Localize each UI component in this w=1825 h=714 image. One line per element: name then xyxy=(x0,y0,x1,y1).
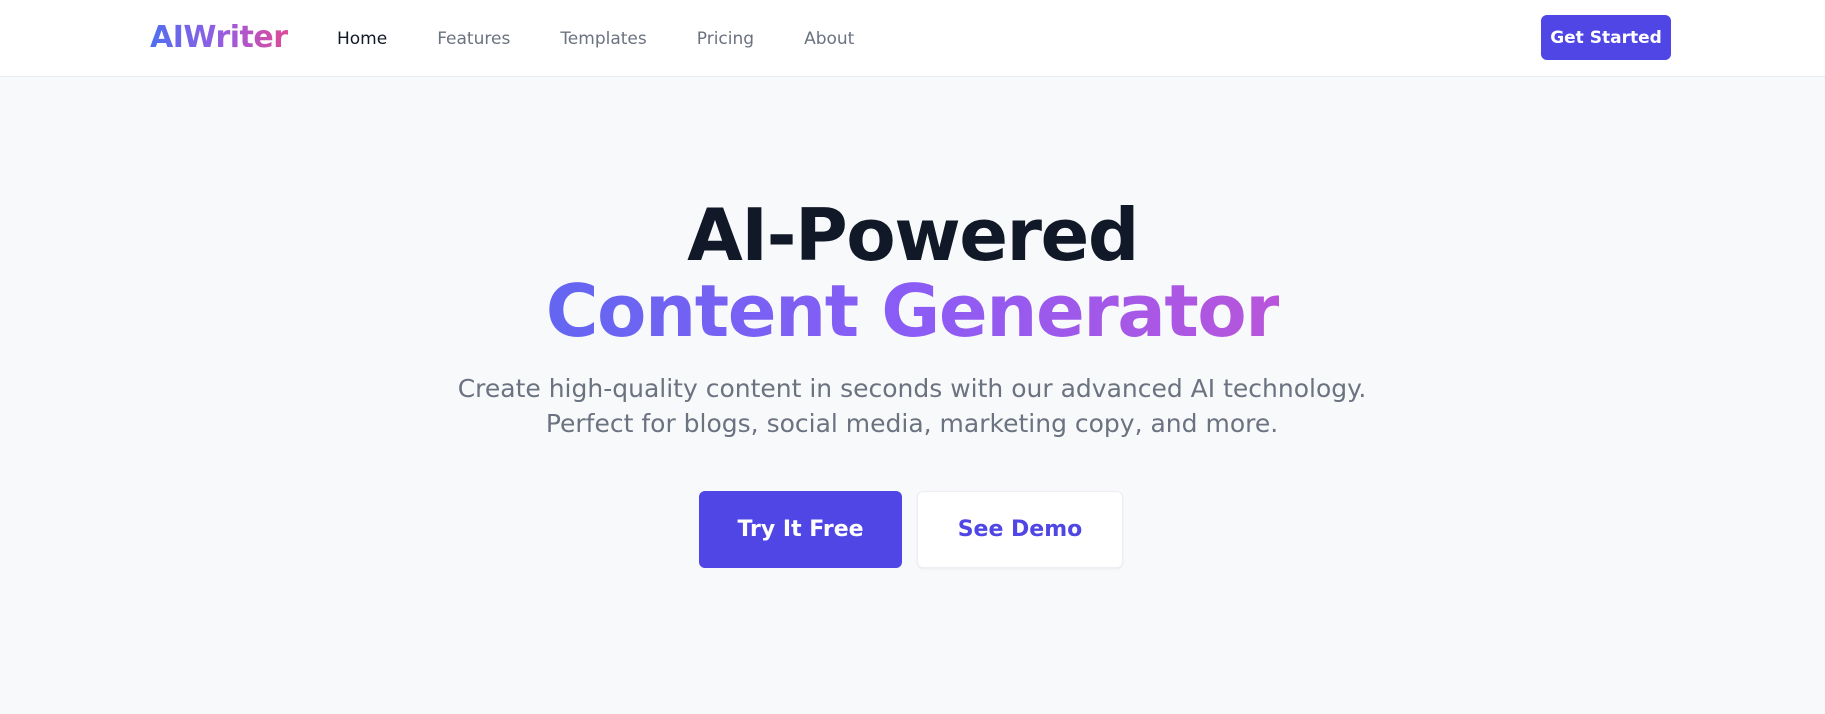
get-started-button[interactable]: Get Started xyxy=(1541,15,1671,60)
top-navbar: AIWriter Home Features Templates Pricing… xyxy=(0,0,1825,77)
hero-subtitle: Create high-quality content in seconds w… xyxy=(457,374,1367,438)
hero-title: AI-Powered Content Generator xyxy=(0,197,1825,349)
logo[interactable]: AIWriter xyxy=(150,20,288,56)
nav-link-templates[interactable]: Templates xyxy=(560,29,646,49)
nav-link-pricing[interactable]: Pricing xyxy=(697,29,754,49)
see-demo-button[interactable]: See Demo xyxy=(917,491,1123,568)
hero-title-line-2: Content Generator xyxy=(545,269,1281,353)
nav-link-home[interactable]: Home xyxy=(337,29,387,49)
nav-link-features[interactable]: Features xyxy=(437,29,510,49)
hero-title-line-1: AI-Powered xyxy=(687,193,1139,277)
nav-link-about[interactable]: About xyxy=(804,29,854,49)
main-nav: Home Features Templates Pricing About xyxy=(337,0,854,77)
try-it-free-button[interactable]: Try It Free xyxy=(699,491,902,568)
